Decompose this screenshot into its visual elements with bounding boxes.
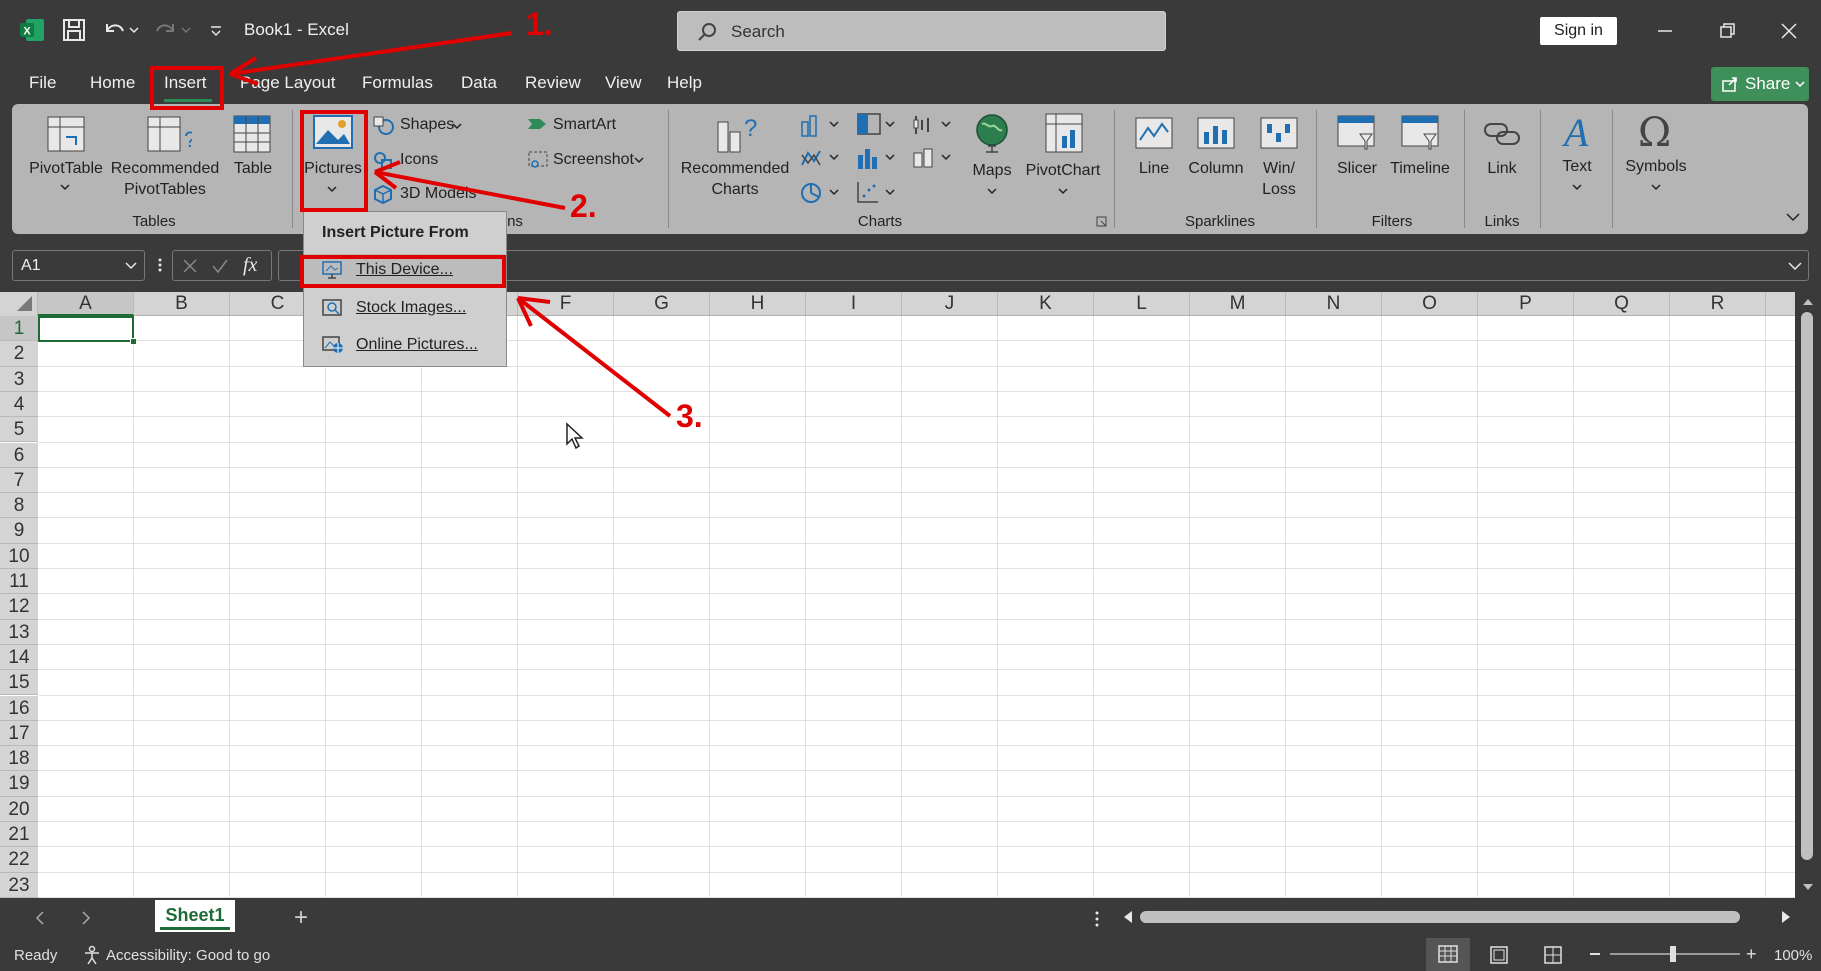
mouse-cursor-icon bbox=[565, 422, 585, 450]
annotation-arrow-1 bbox=[228, 31, 513, 86]
annotation-arrow-3 bbox=[516, 296, 672, 418]
annotation-arrow-2 bbox=[373, 160, 566, 210]
annotation-arrows bbox=[228, 31, 672, 418]
